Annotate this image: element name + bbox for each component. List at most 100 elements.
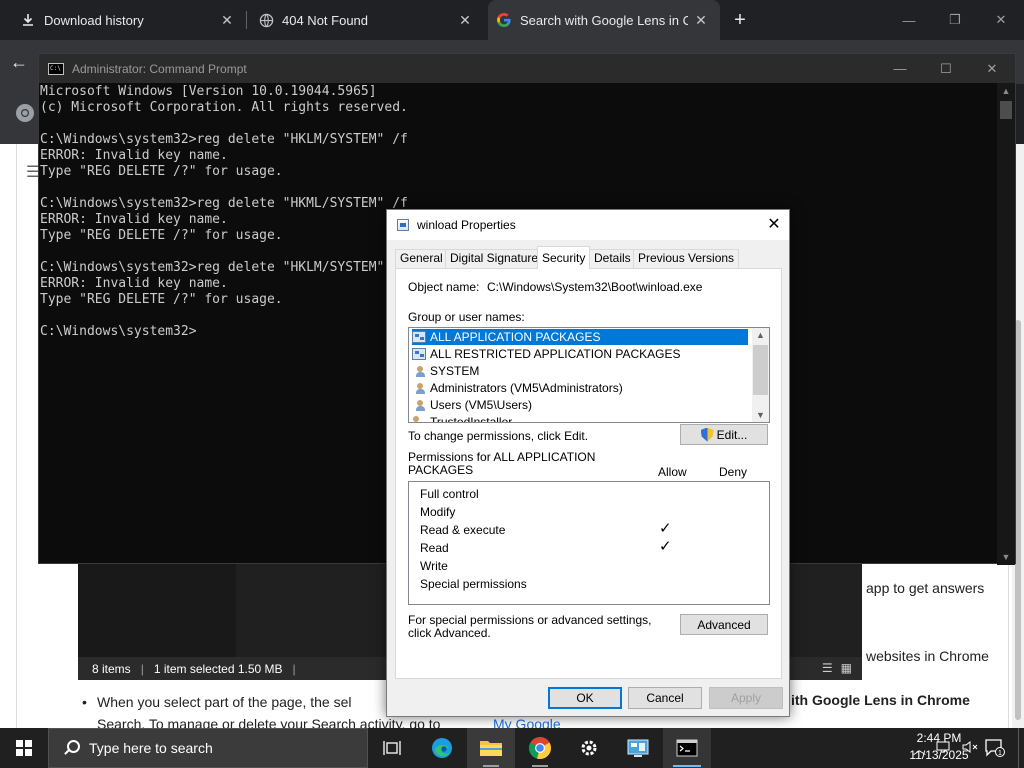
ok-button[interactable]: OK: [548, 687, 622, 709]
permission-row: Full control: [420, 487, 479, 501]
apply-button[interactable]: Apply: [709, 687, 783, 709]
chrome-logo-icon[interactable]: [14, 102, 38, 126]
desktop: Download history ✕ 404 Not Found ✕ Searc…: [0, 0, 1024, 768]
start-button[interactable]: [0, 728, 48, 768]
console-line: Type "REG DELETE /?" for usage.: [40, 164, 283, 179]
clock-time: 2:44 PM: [916, 731, 962, 745]
details-view-icon[interactable]: ☰: [822, 661, 833, 675]
permissions-list: Full control Modify Read & execute ✓ Read ✓ Wr…: [408, 481, 770, 605]
search-icon: [63, 740, 80, 756]
file-icon: [397, 219, 409, 231]
console-line: Microsoft Windows [Version 10.0.19044.59…: [40, 84, 377, 99]
file-explorer-icon[interactable]: [467, 728, 515, 768]
change-permissions-text: To change permissions, click Edit.: [408, 429, 589, 443]
page-text: When you select part of the page, the se…: [97, 694, 352, 710]
tab-general[interactable]: General: [395, 249, 448, 268]
tab-security[interactable]: Security: [537, 246, 591, 269]
group-list-item[interactable]: ALL APPLICATION PACKAGES: [412, 329, 748, 345]
search-placeholder: Type here to search: [89, 740, 213, 756]
page-heading: ith Google Lens in Chrome: [791, 692, 970, 708]
scroll-up-icon[interactable]: ▲: [752, 330, 769, 340]
dialog-title: winload Properties: [417, 218, 516, 232]
notification-count: 1: [998, 750, 1002, 757]
tab-title: Download history: [44, 12, 144, 28]
users-icon: [412, 382, 426, 394]
tab-digital-signatures[interactable]: Digital Signatures: [445, 249, 550, 268]
package-icon: [412, 348, 426, 360]
globe-icon: [258, 13, 274, 28]
tiles-view-icon[interactable]: ▦: [841, 661, 852, 675]
close-icon[interactable]: ✕: [456, 11, 474, 29]
task-view-icon[interactable]: [368, 728, 416, 768]
selected-info: 1 item selected 1.50 MB: [153, 661, 283, 676]
taskbar-search[interactable]: Type here to search: [48, 728, 368, 768]
browser-tabstrip: Download history ✕ 404 Not Found ✕ Searc…: [0, 0, 1024, 40]
edge-icon[interactable]: [418, 728, 466, 768]
user-icon: [412, 416, 426, 422]
group-name: TrustedInstaller: [430, 415, 513, 423]
scroll-thumb[interactable]: [753, 345, 768, 395]
group-name: SYSTEM: [430, 364, 480, 378]
edit-button[interactable]: Edit...: [680, 424, 768, 445]
object-name-value: C:\Windows\System32\Boot\winload.exe: [487, 280, 703, 294]
tab-details[interactable]: Details: [589, 249, 636, 268]
object-name-label: Object name:: [408, 280, 480, 294]
console-line: (c) Microsoft Corporation. All rights re…: [40, 100, 408, 115]
users-icon: [412, 399, 426, 411]
group-list-item[interactable]: ALL RESTRICTED APPLICATION PACKAGES: [412, 346, 748, 362]
notification-center-icon[interactable]: 1: [980, 728, 1010, 768]
permission-row: Modify: [420, 505, 456, 519]
cancel-button[interactable]: Cancel: [628, 687, 702, 709]
allow-check-icon: ✓: [659, 538, 672, 555]
permission-row: Read & execute: [420, 523, 506, 537]
close-icon[interactable]: ✕: [692, 11, 710, 29]
tab-download-history[interactable]: Download history ✕: [0, 0, 246, 40]
page-text: websites in Chrome: [866, 648, 989, 664]
settings-gear-icon[interactable]: [565, 728, 613, 768]
scroll-up-icon[interactable]: ▲: [997, 86, 1015, 96]
tab-previous-versions[interactable]: Previous Versions: [633, 249, 740, 268]
minimize-icon[interactable]: —: [877, 54, 923, 83]
group-name: Administrators (VM5\Administrators): [430, 381, 623, 395]
permission-row: Write: [420, 559, 448, 573]
cmd-scrollbar[interactable]: ▲ ▼: [997, 83, 1015, 565]
restore-icon[interactable]: ❐: [932, 0, 978, 40]
back-arrow-icon[interactable]: ←: [10, 52, 28, 73]
properties-dialog[interactable]: winload Properties ✕ General Digital Sig…: [386, 209, 790, 717]
group-list-item[interactable]: SYSTEM: [412, 363, 748, 379]
uac-shield-icon: [701, 428, 714, 442]
new-tab-button[interactable]: +: [728, 8, 752, 32]
scroll-down-icon[interactable]: ▼: [997, 552, 1015, 562]
group-list-scrollbar[interactable]: ▲ ▼: [752, 328, 769, 422]
dialog-titlebar[interactable]: winload Properties ✕: [387, 210, 789, 240]
permission-row: Read: [420, 541, 449, 555]
close-icon[interactable]: ✕: [978, 0, 1024, 40]
bullet: •: [82, 694, 87, 710]
close-icon[interactable]: ✕: [218, 11, 236, 29]
package-icon: [412, 331, 426, 343]
maximize-icon[interactable]: ☐: [923, 54, 969, 83]
scroll-thumb[interactable]: [1000, 101, 1012, 119]
group-list-item[interactable]: Users (VM5\Users): [412, 397, 748, 413]
command-prompt-taskbar-icon[interactable]: [663, 728, 711, 768]
item-count: 8 items: [92, 661, 131, 676]
scroll-down-icon[interactable]: ▼: [752, 410, 769, 420]
group-user-list[interactable]: ALL APPLICATION PACKAGES ALL RESTRICTED A…: [408, 327, 770, 423]
minimize-icon[interactable]: —: [886, 0, 932, 40]
group-list-item[interactable]: TrustedInstaller: [412, 414, 748, 423]
tab-404-not-found[interactable]: 404 Not Found ✕: [238, 0, 484, 40]
window-title: Administrator: Command Prompt: [72, 61, 247, 76]
chrome-icon[interactable]: [516, 728, 564, 768]
cmd-titlebar[interactable]: C:\ Administrator: Command Prompt — ☐ ✕: [39, 54, 1015, 83]
advanced-button[interactable]: Advanced: [680, 614, 768, 635]
group-list-item[interactable]: Administrators (VM5\Administrators): [412, 380, 748, 396]
tab-google-lens[interactable]: Search with Google Lens in Chr ✕: [488, 0, 720, 40]
show-desktop-button[interactable]: [1018, 728, 1024, 768]
clock[interactable]: 2:44 PM 11/13/2025: [900, 730, 978, 766]
close-icon[interactable]: ✕: [969, 54, 1015, 83]
close-icon[interactable]: ✕: [759, 210, 789, 240]
allow-header: Allow: [658, 465, 687, 479]
control-panel-icon[interactable]: [614, 728, 662, 768]
security-panel: Object name: C:\Windows\System32\Boot\wi…: [395, 268, 782, 679]
